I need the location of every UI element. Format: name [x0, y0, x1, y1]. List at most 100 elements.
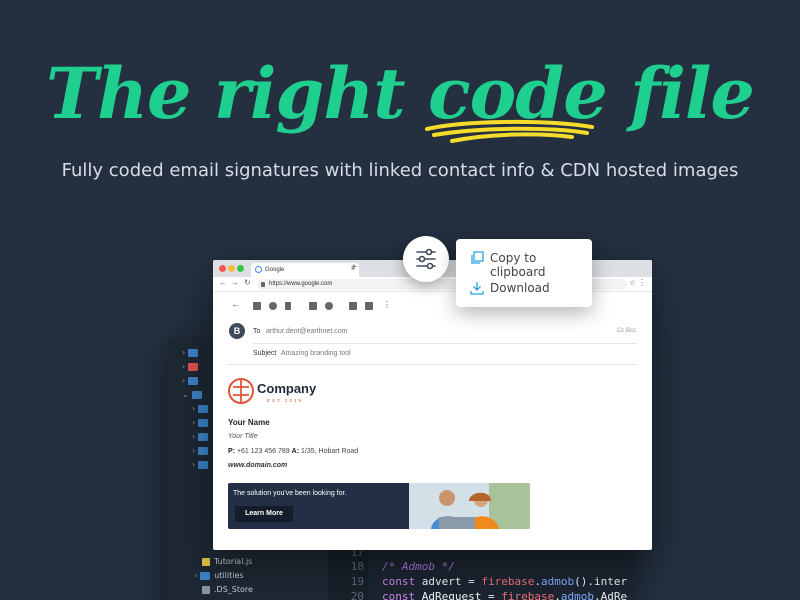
- to-label: To: [253, 328, 261, 335]
- tree-row[interactable]: ›: [192, 404, 212, 416]
- file-icon: [202, 585, 210, 594]
- folder-icon: [191, 390, 202, 399]
- hero-title: The right code file: [0, 52, 800, 143]
- tree-row[interactable]: ›: [192, 418, 212, 430]
- tree-row[interactable]: ›: [192, 460, 212, 472]
- address-label: A:: [291, 448, 300, 455]
- cc-bcc-link[interactable]: Cc Bcc: [617, 328, 636, 334]
- new-tab-button[interactable]: +: [351, 262, 357, 273]
- tree-row[interactable]: ›: [192, 446, 212, 458]
- download-icon: [470, 282, 484, 295]
- more-options-icon[interactable]: ⋮: [383, 300, 391, 309]
- js-file-icon: [202, 557, 210, 566]
- report-spam-icon[interactable]: [269, 302, 277, 310]
- code-object: firebase: [481, 575, 535, 588]
- subject-field[interactable]: Amazing branding tool: [281, 350, 351, 357]
- folder-icon: [188, 376, 199, 385]
- code-comment: /* Admob */: [382, 560, 455, 573]
- line-number: 18: [350, 560, 364, 573]
- browser-tab[interactable]: Google ×: [251, 263, 359, 277]
- hero-title-part-3: file: [606, 52, 755, 135]
- code-keyword: const: [382, 590, 416, 600]
- tree-row-file[interactable]: Tutorial.js: [202, 557, 252, 569]
- code-rest: ().interst: [574, 575, 628, 588]
- code-line: 20const AdRequest = firebase.admob.AdReq…: [328, 590, 628, 600]
- signature-title: Your Title: [228, 433, 258, 440]
- signature-name: Your Name: [228, 418, 270, 427]
- mark-unread-icon[interactable]: [309, 302, 317, 310]
- code-line: 19const advert = firebase.admob().inters…: [328, 575, 628, 591]
- company-logo-icon: [228, 378, 254, 404]
- folder-icon: [198, 432, 209, 441]
- hero-title-highlight: code: [424, 52, 608, 143]
- code-method: admob: [540, 575, 575, 588]
- minimize-window-button[interactable]: [228, 265, 235, 272]
- hero-subtitle: Fully coded email signatures with linked…: [61, 160, 739, 181]
- company-name: Company: [257, 381, 317, 396]
- folder-icon: [198, 418, 209, 427]
- address-text: 1/35, Hobart Road: [301, 448, 359, 455]
- back-icon[interactable]: ←: [219, 278, 227, 287]
- avatar: B: [229, 323, 245, 339]
- folder-icon: [200, 571, 211, 580]
- domain-link[interactable]: www.domain.com: [228, 462, 287, 469]
- tree-row[interactable]: ›: [192, 432, 212, 444]
- tab-title: Google: [265, 267, 285, 273]
- lock-icon: [261, 282, 265, 287]
- line-number: 19: [350, 575, 364, 588]
- sliders-icon: [416, 248, 436, 270]
- signature-contact: P: +61 123 456 789 A: 1/35, Hobart Road: [228, 448, 358, 455]
- signature-banner[interactable]: The solution you've been looking for. Le…: [228, 483, 530, 529]
- code-object: firebase: [501, 590, 555, 600]
- copy-to-clipboard-menu-item[interactable]: Copy to clipboard: [456, 242, 592, 279]
- phone-link[interactable]: +61 123 456 789: [237, 448, 290, 455]
- reload-icon[interactable]: ↻: [244, 278, 251, 287]
- folder-icon: [198, 446, 209, 455]
- snooze-icon[interactable]: [325, 302, 333, 310]
- git-icon: [188, 362, 199, 371]
- phone-label: P:: [228, 448, 235, 455]
- code-var: AdRequest: [421, 590, 482, 600]
- settings-button[interactable]: [403, 236, 449, 282]
- tree-row[interactable]: ›: [182, 362, 202, 374]
- squiggle-underline: [424, 119, 594, 143]
- banner-photo: [409, 483, 530, 529]
- download-menu-item[interactable]: Download: [456, 272, 592, 302]
- bookmark-star-icon[interactable]: ☆: [629, 278, 636, 287]
- code-line: 18 /* Admob */: [328, 560, 455, 576]
- tree-row[interactable]: ›: [182, 376, 202, 388]
- forward-icon[interactable]: →: [231, 278, 239, 287]
- subject-label: Subject: [253, 350, 277, 357]
- browser-menu-icon[interactable]: ⋮: [638, 278, 646, 287]
- maximize-window-button[interactable]: [237, 265, 244, 272]
- divider: [253, 343, 637, 344]
- label-icon[interactable]: [365, 302, 373, 310]
- menu-item-label: Download: [490, 281, 550, 295]
- file-name: Tutorial.js: [214, 557, 253, 566]
- close-window-button[interactable]: [219, 265, 226, 272]
- folder-icon: [188, 348, 199, 357]
- banner-text: The solution you've been looking for.: [233, 490, 347, 497]
- export-menu: Copy to clipboard Download: [456, 239, 592, 307]
- copy-icon: [471, 251, 484, 264]
- learn-more-button[interactable]: Learn More: [235, 506, 293, 522]
- google-favicon-icon: [255, 266, 262, 273]
- folder-icon: [198, 404, 209, 413]
- divider: [227, 364, 637, 365]
- tree-row[interactable]: ›: [182, 348, 202, 360]
- file-name: .DS_Store: [214, 585, 253, 594]
- to-field[interactable]: arthur.dent@earthnet.com: [266, 328, 347, 335]
- back-arrow-icon[interactable]: ←: [231, 299, 240, 309]
- hero-title-part-1: The right: [46, 52, 428, 135]
- tree-row-file[interactable]: .DS_Store: [202, 585, 253, 597]
- trash-icon[interactable]: [285, 302, 291, 310]
- line-number: 20: [350, 590, 364, 600]
- folder-icon: [198, 460, 209, 469]
- url-text: https://www.google.com: [269, 281, 333, 287]
- company-established: EST 2019: [267, 398, 303, 403]
- archive-icon[interactable]: [253, 302, 261, 310]
- tree-row-folder[interactable]: › utilities: [194, 571, 244, 583]
- move-to-icon[interactable]: [349, 302, 357, 310]
- folder-name: utilities: [214, 571, 244, 580]
- tree-row[interactable]: ⌄: [182, 390, 206, 402]
